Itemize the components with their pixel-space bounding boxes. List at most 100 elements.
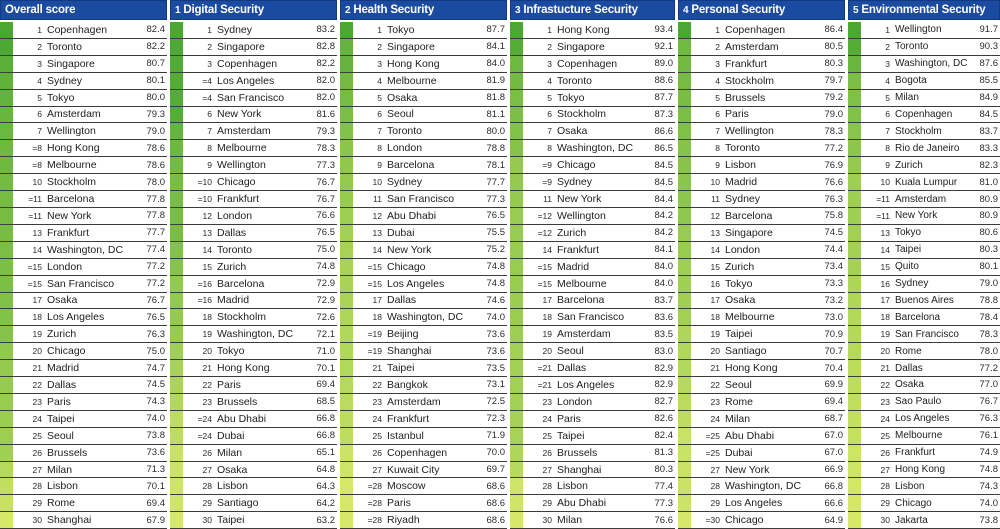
score-bar xyxy=(678,207,691,224)
table-row: 19 Washington, DC 72.1 xyxy=(170,326,337,344)
rank-cell: =15 xyxy=(367,261,382,272)
score-cell: 78.3 xyxy=(979,328,999,340)
row-cells: 18 Melbourne 73.0 xyxy=(694,309,845,325)
rank-cell: 6 xyxy=(207,109,212,120)
city-cell: Brussels xyxy=(47,446,88,459)
score-bar xyxy=(678,140,691,157)
table-row: 1 Copenhagen 82.4 xyxy=(0,22,167,39)
row-cells: 3 Washington, DC 87.6 xyxy=(864,56,1000,72)
score-cell: 76.6 xyxy=(824,176,844,188)
city-cell: Paris xyxy=(387,497,411,510)
table-row: 11 Sydney 76.3 xyxy=(678,191,845,208)
ranking-rows: 1 Tokyo 87.7 2 Singapore 84.1 3 Hong Kong 84.0 4 M… xyxy=(340,22,507,529)
score-bar xyxy=(510,309,523,326)
score-bar xyxy=(0,326,13,343)
table-row: 13 Tokyo 80.6 xyxy=(848,224,1000,242)
rank-cell: 23 xyxy=(202,396,212,407)
city-cell: Beijing xyxy=(387,328,419,341)
city-cell: New York xyxy=(47,209,92,222)
row-cells: 27 Milan 71.3 xyxy=(16,462,167,478)
score-bar xyxy=(0,495,13,512)
score-bar xyxy=(170,22,183,38)
city-cell: Melbourne xyxy=(895,430,943,442)
table-row: =15 Madrid 84.0 xyxy=(510,258,675,276)
city-cell: Dubai xyxy=(387,226,415,239)
score-cell: 78.8 xyxy=(486,142,506,154)
row-cells: 14 Taipei 80.3 xyxy=(864,242,1000,258)
score-cell: 80.1 xyxy=(146,75,166,87)
row-cells: 18 San Francisco 83.6 xyxy=(526,309,675,325)
rank-cell: 21 xyxy=(202,363,212,374)
city-cell: Kuwait City xyxy=(387,463,440,476)
score-cell: 73.4 xyxy=(824,261,844,273)
row-cells: =15 Melbourne 84.0 xyxy=(526,276,675,292)
row-cells: 27 Kuwait City 69.7 xyxy=(356,462,507,478)
city-cell: New York xyxy=(217,108,262,121)
table-row: =16 Madrid 72.9 xyxy=(170,292,337,310)
score-bar xyxy=(678,512,691,529)
row-cells: 7 Stockholm 83.7 xyxy=(864,123,1000,139)
city-cell: Hong Kong xyxy=(217,362,270,375)
rank-cell: =15 xyxy=(27,278,42,289)
city-cell: New York xyxy=(895,210,938,222)
table-row: 19 Taipei 70.9 xyxy=(678,326,845,344)
row-cells: =21 Dallas 82.9 xyxy=(526,360,675,376)
rank-cell: 1 xyxy=(207,24,212,35)
row-cells: 21 Hong Kong 70.1 xyxy=(186,360,337,376)
table-row: 8 Melbourne 78.3 xyxy=(170,140,337,158)
table-row: 30 Taipei 63.2 xyxy=(170,512,337,529)
rank-cell: 6 xyxy=(377,109,382,120)
table-row: 17 Dallas 74.6 xyxy=(340,292,507,310)
rank-cell: 23 xyxy=(372,396,382,407)
rank-cell: 10 xyxy=(710,177,720,188)
score-bar xyxy=(510,106,523,123)
rank-cell: 22 xyxy=(32,379,42,390)
city-cell: Seoul xyxy=(557,345,584,358)
table-row: 2 Toronto 82.2 xyxy=(0,38,167,56)
row-cells: =10 Chicago 76.7 xyxy=(186,174,337,190)
table-row: 27 Milan 71.3 xyxy=(0,461,167,479)
score-bar xyxy=(678,410,691,427)
score-bar xyxy=(340,38,353,55)
row-cells: 17 Dallas 74.6 xyxy=(356,293,507,309)
table-row: 23 Rome 69.4 xyxy=(678,393,845,411)
row-cells: 20 Rome 78.0 xyxy=(864,343,1000,359)
score-bar xyxy=(170,343,183,360)
row-cells: 16 Sydney 79.0 xyxy=(864,276,1000,292)
table-row: 29 Los Angeles 66.6 xyxy=(678,495,845,513)
row-cells: 7 Osaka 86.6 xyxy=(526,123,675,139)
city-cell: Milan xyxy=(217,446,243,459)
score-cell: 80.9 xyxy=(979,193,999,205)
rank-cell: 18 xyxy=(372,312,382,323)
score-bar xyxy=(848,275,861,292)
row-cells: 2 Singapore 82.8 xyxy=(186,39,337,55)
score-bar xyxy=(848,258,861,275)
city-cell: Sao Paulo xyxy=(895,396,942,408)
city-cell: Barcelona xyxy=(557,294,605,307)
city-cell: Los Angeles xyxy=(725,497,783,510)
table-row: 7 Wellington 79.0 xyxy=(0,123,167,141)
score-cell: 72.1 xyxy=(316,328,336,340)
score-bar xyxy=(848,38,861,55)
score-bar xyxy=(340,478,353,495)
score-bar xyxy=(510,343,523,360)
score-bar xyxy=(0,393,13,410)
city-cell: Buenos Aires xyxy=(895,294,954,306)
row-cells: =16 Barcelona 72.9 xyxy=(186,276,337,292)
row-cells: 4 Stockholm 79.7 xyxy=(694,73,845,89)
score-cell: 71.9 xyxy=(486,430,506,442)
city-cell: Stockholm xyxy=(895,125,942,137)
score-bar xyxy=(848,292,861,309)
table-row: 22 Dallas 74.5 xyxy=(0,377,167,394)
score-bar xyxy=(510,241,523,258)
city-cell: Tokyo xyxy=(387,23,415,36)
rank-cell: 2 xyxy=(715,41,720,52)
table-row: =24 Dubai 66.8 xyxy=(170,427,337,445)
table-row: =15 London 77.2 xyxy=(0,258,167,276)
score-bar xyxy=(678,360,691,377)
city-cell: Taipei xyxy=(387,362,415,375)
score-bar xyxy=(170,275,183,292)
city-cell: Quito xyxy=(895,261,919,273)
row-cells: 22 Dallas 74.5 xyxy=(16,377,167,393)
city-cell: Rome xyxy=(47,497,76,510)
